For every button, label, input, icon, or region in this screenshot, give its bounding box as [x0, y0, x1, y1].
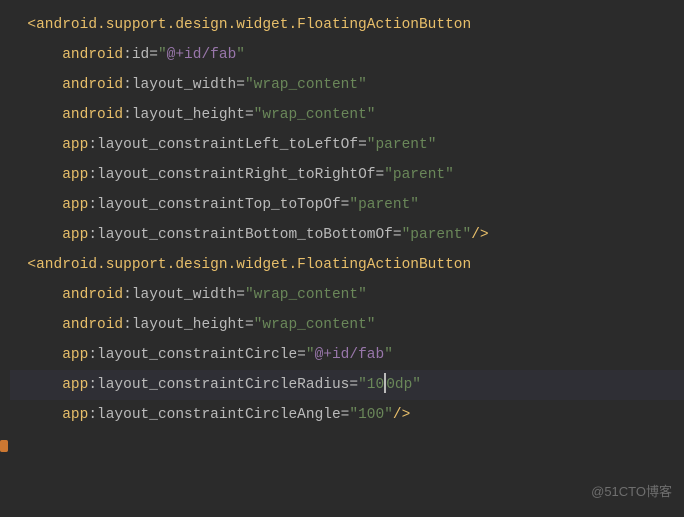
token-ns: app: [62, 167, 88, 183]
token-quote: ": [445, 167, 454, 183]
code-line[interactable]: <android.support.design.widget.FloatingA…: [10, 250, 684, 280]
token-bracket: <: [27, 17, 36, 33]
token-bracket: <: [27, 257, 36, 273]
watermark-text: @51CTO博客: [591, 477, 672, 507]
token-ns: android: [62, 107, 123, 123]
token-attr-name: :layout_constraintTop_toTopOf=: [88, 197, 349, 213]
code-line[interactable]: android:layout_width="wrap_content": [10, 70, 684, 100]
code-line[interactable]: app:layout_constraintCircle="@+id/fab": [10, 340, 684, 370]
code-line[interactable]: app:layout_constraintBottom_toBottomOf="…: [10, 220, 684, 250]
token-quote: ": [358, 377, 367, 393]
token-attr-name: :layout_constraintCircle=: [88, 347, 306, 363]
token-str-value: parent: [393, 167, 445, 183]
token-ns: android: [62, 77, 123, 93]
token-quote: ": [349, 407, 358, 423]
token-attr-name: :layout_constraintLeft_toLeftOf=: [88, 137, 366, 153]
token-ns: android: [62, 287, 123, 303]
token-attr-name: :id=: [123, 47, 158, 63]
token-tag-name: android.support.design.widget.FloatingAc…: [36, 17, 471, 33]
code-line[interactable]: app:layout_constraintRight_toRightOf="pa…: [10, 160, 684, 190]
token-quote: ": [306, 347, 315, 363]
token-attr-name: :layout_height=: [123, 107, 254, 123]
token-str-value: 10: [367, 377, 384, 393]
token-quote: ": [349, 197, 358, 213]
code-line[interactable]: app:layout_constraintTop_toTopOf="parent…: [10, 190, 684, 220]
token-str-value: wrap_content: [254, 77, 358, 93]
token-tag-name: android.support.design.widget.FloatingAc…: [36, 257, 471, 273]
token-quote: ": [463, 227, 472, 243]
code-line[interactable]: android:layout_height="wrap_content": [10, 100, 684, 130]
token-ns: app: [62, 227, 88, 243]
token-str-value: wrap_content: [254, 287, 358, 303]
token-quote: ": [384, 347, 393, 363]
token-bracket: />: [393, 407, 410, 423]
token-ns: android: [62, 47, 123, 63]
code-line[interactable]: app:layout_constraintLeft_toLeftOf= "pare…: [10, 130, 684, 160]
token-quote: ": [410, 197, 419, 213]
token-quote: ": [245, 77, 254, 93]
token-attr-name: :layout_constraintCircleAngle=: [88, 407, 349, 423]
token-attr-name: :layout_width=: [123, 287, 245, 303]
token-quote: ": [402, 227, 411, 243]
token-ns: app: [62, 377, 88, 393]
token-ns: android: [62, 317, 123, 333]
code-line[interactable]: android:layout_height="wrap_content": [10, 310, 684, 340]
token-ref-value: @+id/fab: [167, 47, 237, 63]
token-attr-name: :layout_constraintCircleRadius=: [88, 377, 358, 393]
token-quote: ": [367, 317, 376, 333]
token-bracket: />: [471, 227, 488, 243]
token-ref-value: @+id/fab: [315, 347, 385, 363]
code-editor[interactable]: <android.support.design.widget.FloatingA…: [10, 10, 684, 430]
token-quote: ": [412, 377, 421, 393]
token-attr-name: :layout_height=: [123, 317, 254, 333]
gutter-marker-icon: [0, 440, 8, 452]
code-line[interactable]: android:layout_width="wrap_content": [10, 280, 684, 310]
token-attr-name: :layout_constraintRight_toRightOf=: [88, 167, 384, 183]
token-quote: ": [358, 77, 367, 93]
code-line[interactable]: app:layout_constraintCircleRadius="100dp…: [10, 370, 684, 400]
token-ns: app: [62, 407, 88, 423]
token-quote: ": [384, 407, 393, 423]
token-quote: ": [384, 167, 393, 183]
token-quote: ": [158, 47, 167, 63]
token-quote: ": [358, 287, 367, 303]
token-str-value: parent: [410, 227, 462, 243]
token-attr-name: :layout_constraintBottom_toBottomOf=: [88, 227, 401, 243]
token-ns: app: [62, 197, 88, 213]
token-str-value: parent: [358, 197, 410, 213]
token-str-value: parent: [375, 137, 427, 153]
token-ns: app: [62, 347, 88, 363]
token-quote: ": [367, 107, 376, 123]
token-str-value: wrap_content: [262, 107, 366, 123]
token-str-value: 100: [358, 407, 384, 423]
token-ns: app: [62, 137, 88, 153]
code-line[interactable]: <android.support.design.widget.FloatingA…: [10, 10, 684, 40]
token-quote: ": [245, 287, 254, 303]
token-str-value: 0dp: [386, 377, 412, 393]
token-attr-name: :layout_width=: [123, 77, 245, 93]
token-str-value: wrap_content: [262, 317, 366, 333]
token-quote: ": [236, 47, 245, 63]
code-line[interactable]: app:layout_constraintCircleAngle="100"/>: [10, 400, 684, 430]
code-line[interactable]: android:id="@+id/fab": [10, 40, 684, 70]
token-quote: ": [428, 137, 437, 153]
